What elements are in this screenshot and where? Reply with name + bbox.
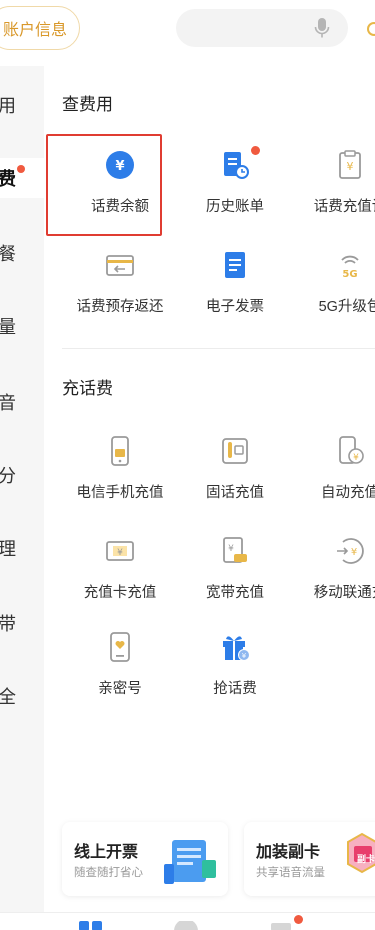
svg-text:¥: ¥ — [347, 160, 354, 173]
prepay-return-icon — [106, 255, 134, 276]
sidebar-item-label: 费 — [0, 169, 16, 189]
grid-item-prepay-return[interactable]: 话费预存返还 — [60, 236, 180, 326]
svg-text:5G: 5G — [342, 269, 357, 280]
banner-title: 加装副卡 — [256, 844, 321, 861]
sidebar-item-label: 带 — [0, 614, 16, 634]
transfer-yuan-icon: ¥ — [337, 538, 364, 564]
account-info-button[interactable]: 账户信息 — [0, 6, 81, 50]
grid-item-label: 移动联通充 — [313, 585, 375, 601]
grid-item-label: 抢话费 — [213, 681, 257, 697]
grid-item-grab-credit[interactable]: ¥ 抢话费 — [175, 618, 295, 708]
notification-dot — [17, 165, 25, 173]
broadband-icon: ¥ — [223, 537, 247, 563]
sub-card-badge-text: 副卡 — [357, 854, 375, 864]
grid-item-history-bill[interactable]: 历史账单 — [175, 136, 295, 226]
sidebar-item-6[interactable]: 分 — [0, 455, 44, 495]
home-tab-icon[interactable] — [172, 921, 200, 930]
banner-subtitle: 共享语音流量 — [256, 867, 325, 879]
category-tab-icon[interactable] — [78, 919, 104, 930]
microphone-icon[interactable] — [314, 17, 330, 39]
grid-item-auto-recharge[interactable]: ¥ 自动充值 — [290, 422, 375, 512]
sidebar-item-1[interactable]: 用 — [0, 85, 44, 125]
sidebar-item-8[interactable]: 带 — [0, 603, 44, 643]
sidebar-item-9[interactable]: 全 — [0, 676, 44, 716]
grid-item-intimate-number[interactable]: 亲密号 — [60, 618, 180, 708]
grid-item-label: 自动充值 — [321, 485, 375, 501]
sidebar-item-4[interactable]: 量 — [0, 306, 44, 346]
grid-item-e-invoice[interactable]: 电子发票 — [175, 236, 295, 326]
recharge-card-icon: ¥ — [106, 541, 134, 561]
banner-title: 线上开票 — [74, 844, 139, 861]
bill-history-icon — [224, 152, 249, 179]
grid-item-telecom-recharge[interactable]: 电信手机充值 — [60, 422, 180, 512]
sidebar-item-label: 全 — [0, 687, 16, 707]
landline-icon — [222, 438, 248, 464]
grid-item-card-recharge[interactable]: ¥ 充值卡充值 — [60, 522, 180, 612]
account-info-label: 账户信息 — [3, 22, 68, 39]
sidebar-item-label: 餐 — [0, 244, 16, 264]
sidebar-item-7[interactable]: 理 — [0, 528, 44, 568]
notification-dot — [294, 915, 303, 924]
svg-text:¥: ¥ — [242, 652, 247, 660]
banner-online-invoice[interactable]: 线上开票 随查随打省心 — [62, 822, 228, 896]
e-invoice-icon — [225, 252, 245, 278]
svg-text:¥: ¥ — [228, 544, 234, 554]
heart-phone-icon — [110, 632, 130, 662]
sidebar-item-3[interactable]: 餐 — [0, 233, 44, 273]
svg-text:¥: ¥ — [117, 548, 123, 558]
section-divider — [62, 348, 375, 349]
search-input[interactable] — [176, 9, 348, 47]
sidebar-item-5[interactable]: 音 — [0, 382, 44, 422]
gift-box-icon: ¥ — [223, 636, 250, 661]
grid-item-5g-upgrade[interactable]: 5G 5G升级包 — [290, 236, 375, 326]
sidebar-item-label: 音 — [0, 393, 16, 413]
5g-signal-icon: 5G — [341, 255, 359, 280]
category-sidebar: 用 费 餐 量 音 分 理 带 全 — [0, 66, 44, 916]
grid-item-landline-recharge[interactable]: 固话充值 — [175, 422, 295, 512]
grid-item-recharge-record[interactable]: ¥ 话费充值记 — [290, 136, 375, 226]
svg-text:¥: ¥ — [353, 453, 359, 463]
banner-subtitle: 随查随打省心 — [74, 867, 143, 879]
phone-recharge-icon — [111, 436, 129, 466]
section-title-recharge: 充话费 — [62, 379, 113, 398]
banner-add-sub-card[interactable]: 加装副卡 共享语音流量 副卡 — [244, 822, 375, 896]
selection-highlight — [46, 134, 162, 236]
sidebar-item-label: 分 — [0, 466, 16, 486]
sidebar-item-fee[interactable]: 费 — [0, 158, 44, 198]
invoice-illustration-icon — [164, 840, 216, 884]
grid-item-label: 5G升级包 — [318, 299, 375, 315]
top-bar: 账户信息 — [0, 0, 375, 60]
coupon-icon[interactable] — [367, 22, 375, 36]
sidebar-item-label: 用 — [0, 96, 16, 116]
grid-item-broadband-recharge[interactable]: ¥ 宽带充值 — [175, 522, 295, 612]
svg-text:¥: ¥ — [351, 547, 357, 558]
sidebar-item-label: 量 — [0, 317, 16, 337]
grid-item-label: 话费充值记 — [313, 199, 375, 215]
notification-dot — [251, 146, 260, 155]
grid-item-mobile-unicom-recharge[interactable]: ¥ 移动联通充 — [290, 522, 375, 612]
bottom-navigation — [0, 912, 375, 930]
auto-recharge-icon: ¥ — [339, 436, 364, 464]
section-title-check-fees: 查费用 — [62, 95, 113, 114]
recharge-record-icon: ¥ — [339, 150, 361, 179]
sidebar-item-label: 理 — [0, 539, 16, 559]
messages-tab-icon[interactable] — [270, 921, 292, 930]
